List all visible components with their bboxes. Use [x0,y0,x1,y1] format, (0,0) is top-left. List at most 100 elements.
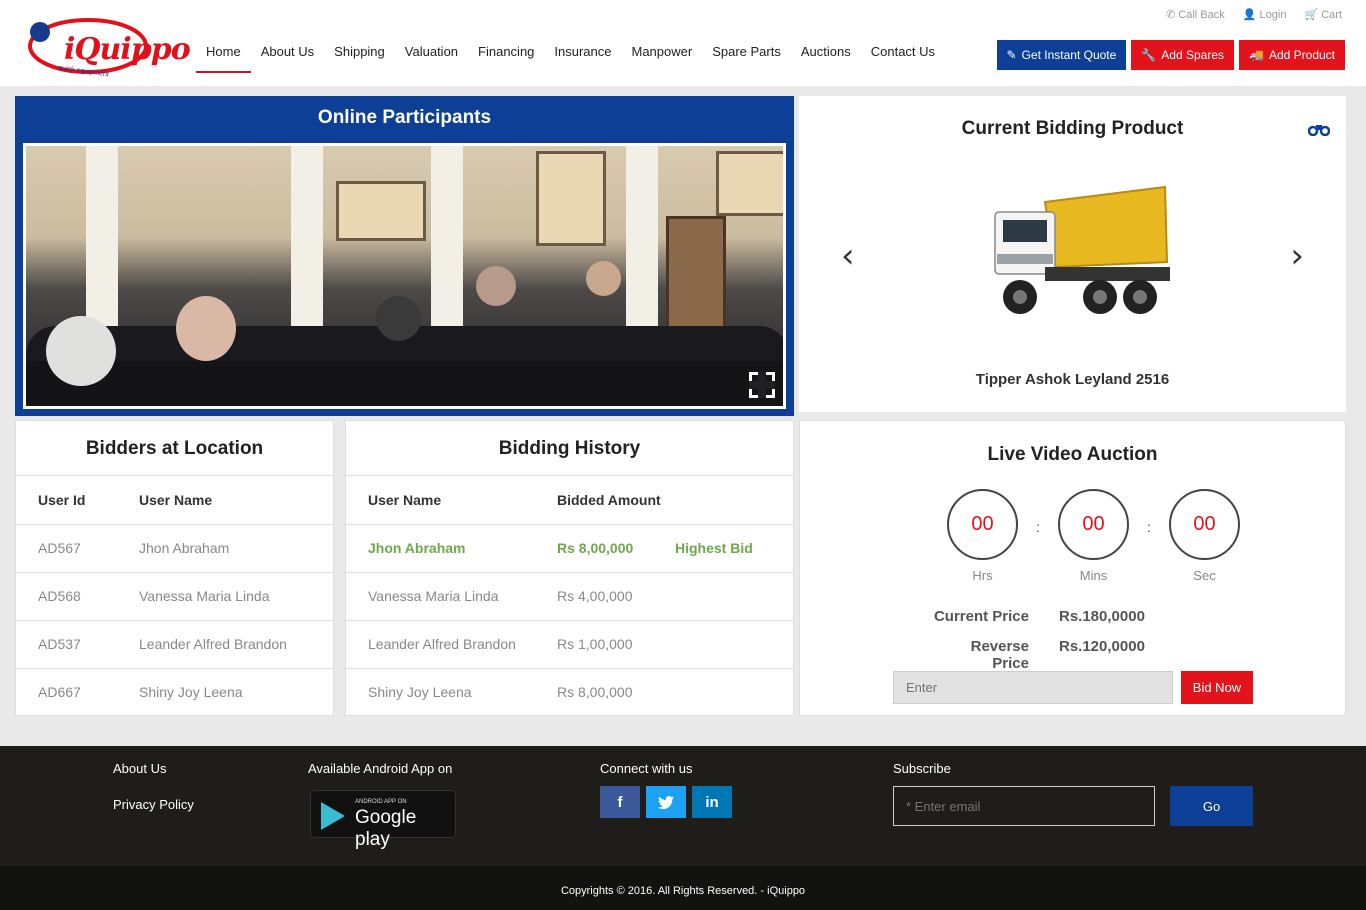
cart-label: Cart [1321,9,1342,21]
wall-painting [716,151,783,216]
table-row: Vanessa Maria Linda Rs 4,00,000 [346,572,793,621]
current-price-label: Current Price [933,608,1029,625]
facebook-icon[interactable]: f [600,786,640,818]
nav-valuation[interactable]: Valuation [395,40,468,73]
user-name-cell: Leander Alfred Brandon [346,620,535,669]
reverse-price-row: Reverse Price Rs.120,0000 [930,638,1145,672]
nav-auctions[interactable]: Auctions [791,40,861,73]
user-id-cell: AD667 [38,684,81,701]
prev-product-arrow-icon[interactable]: ‹ [841,236,855,276]
login-label: Login [1259,9,1287,21]
live-video-auction-panel: Live Video Auction 00 Hrs : 00 Mins : 00… [799,420,1346,716]
bid-amount-input[interactable] [893,671,1173,704]
table-row: AD667 Shiny Joy Leena [16,668,333,716]
seconds-value: 00 [1169,489,1240,560]
user-name-cell: Shiny Joy Leena [139,684,243,701]
spares-label: Add Spares [1161,48,1224,62]
add-spares-button[interactable]: 🔧 Add Spares [1131,40,1234,70]
next-product-arrow-icon[interactable]: › [1290,236,1304,276]
product-name: Tipper Ashok Leyland 2516 [975,371,1170,388]
table-row: AD537 Leander Alfred Brandon [16,620,333,669]
binoculars-icon[interactable] [1307,122,1331,139]
reverse-price-label: Reverse Price [970,638,1029,672]
user-id-cell: AD537 [16,620,117,669]
cart-link[interactable]: 🛒 Cart [1304,8,1342,21]
twitter-icon[interactable] [646,786,686,818]
header-actions: ✎ Get Instant Quote 🔧 Add Spares 🚚 Add Prod… [996,40,1345,70]
bidding-history-table: User Name Bidded Amount Jhon Abraham Rs … [346,476,793,716]
subscribe-email-input[interactable] [893,786,1155,826]
user-name-cell: Shiny Joy Leena [368,684,472,701]
bid-amount-cell: Rs 1,00,000 [535,620,675,669]
nav-home[interactable]: Home [196,40,251,73]
gplay-small-text: ANDROID APP ON [355,799,407,805]
footer-links: About Us Privacy Policy [113,761,194,833]
table-row-highest: Jhon Abraham Rs 8,00,000 Highest Bid [346,524,793,573]
nav-shipping[interactable]: Shipping [324,40,395,73]
user-name-cell: Jhon Abraham [346,524,535,573]
android-app-heading: Available Android App on [308,761,453,776]
top-links: ✆ Call Back 👤 Login 🛒 Cart [1166,8,1342,21]
linkedin-icon[interactable]: in [692,786,732,818]
fullscreen-icon[interactable] [749,372,775,398]
nav-about-us[interactable]: About Us [251,40,324,73]
connect-heading: Connect with us [600,761,693,776]
participants-video[interactable] [23,143,786,409]
add-product-button[interactable]: 🚚 Add Product [1239,40,1345,70]
current-price-value: Rs.180,0000 [1059,608,1145,625]
audience-row [26,361,783,406]
nav-manpower[interactable]: Manpower [622,40,703,73]
room-pillar [291,146,323,336]
nav-insurance[interactable]: Insurance [544,40,621,73]
user-id-cell: AD568 [16,572,117,621]
bid-note-cell [675,668,793,716]
login-link[interactable]: 👤 Login [1243,8,1287,21]
column-header: Bidded Amount [535,476,675,525]
countdown-timer: 00 Hrs : 00 Mins : 00 Sec [947,489,1240,583]
hours-label: Hrs [972,568,993,583]
table-header-row: User Name Bidded Amount [346,476,793,525]
bidders-title: Bidders at Location [16,421,333,476]
current-price-row: Current Price Rs.180,0000 [930,608,1145,625]
audience-head [376,296,421,341]
bidding-history-title: Bidding History [346,421,793,476]
quote-label: Get Instant Quote [1021,48,1117,62]
footer-privacy-link[interactable]: Privacy Policy [113,797,194,812]
audience-head [586,261,621,296]
room-pillar [626,146,658,336]
minutes-value: 00 [1058,489,1129,560]
hours-value: 00 [947,489,1018,560]
bid-now-button[interactable]: Bid Now [1181,671,1253,704]
google-play-badge[interactable]: ANDROID APP ON Google play [310,790,456,850]
current-bidding-title: Current Bidding Product [961,118,1184,139]
iquippo-logo[interactable]: iQuippo quick equipment [26,10,191,80]
nav-spare-parts[interactable]: Spare Parts [702,40,791,73]
table-row: AD568 Vanessa Maria Linda [16,572,333,621]
main-nav: Home About Us Shipping Valuation Financi… [196,40,945,73]
call-back-link[interactable]: ✆ Call Back [1166,8,1225,21]
column-header: User Name [346,476,535,525]
user-icon: 👤 [1242,9,1257,21]
wall-painting [536,151,606,246]
bid-note-cell [675,572,793,621]
nav-contact-us[interactable]: Contact Us [861,40,945,73]
user-name-cell: Leander Alfred Brandon [117,620,333,669]
reverse-price-value: Rs.120,0000 [1059,638,1145,655]
cart-icon: 🛒 [1304,9,1319,21]
phone-icon: ✆ [1166,9,1176,21]
footer-about-link[interactable]: About Us [113,761,194,776]
timer-seconds: 00 Sec [1169,489,1240,583]
get-instant-quote-button[interactable]: ✎ Get Instant Quote [996,40,1127,70]
online-participants-title: Online Participants [317,107,492,128]
seconds-label: Sec [1193,568,1216,583]
bidders-table: User Id User Name AD567 Jhon Abraham AD5… [16,476,333,716]
user-id-cell: AD567 [16,524,117,573]
subscribe-go-button[interactable]: Go [1170,786,1253,826]
timer-minutes: 00 Mins [1058,489,1129,583]
nav-financing[interactable]: Financing [468,40,544,73]
call-back-label: Call Back [1178,9,1225,21]
product-label: Add Product [1268,48,1335,62]
table-row: Shiny Joy Leena Rs 8,00,000 [346,668,793,716]
wrench-icon: 🔧 [1141,48,1157,62]
bid-amount-cell: Rs 8,00,000 [535,524,675,573]
